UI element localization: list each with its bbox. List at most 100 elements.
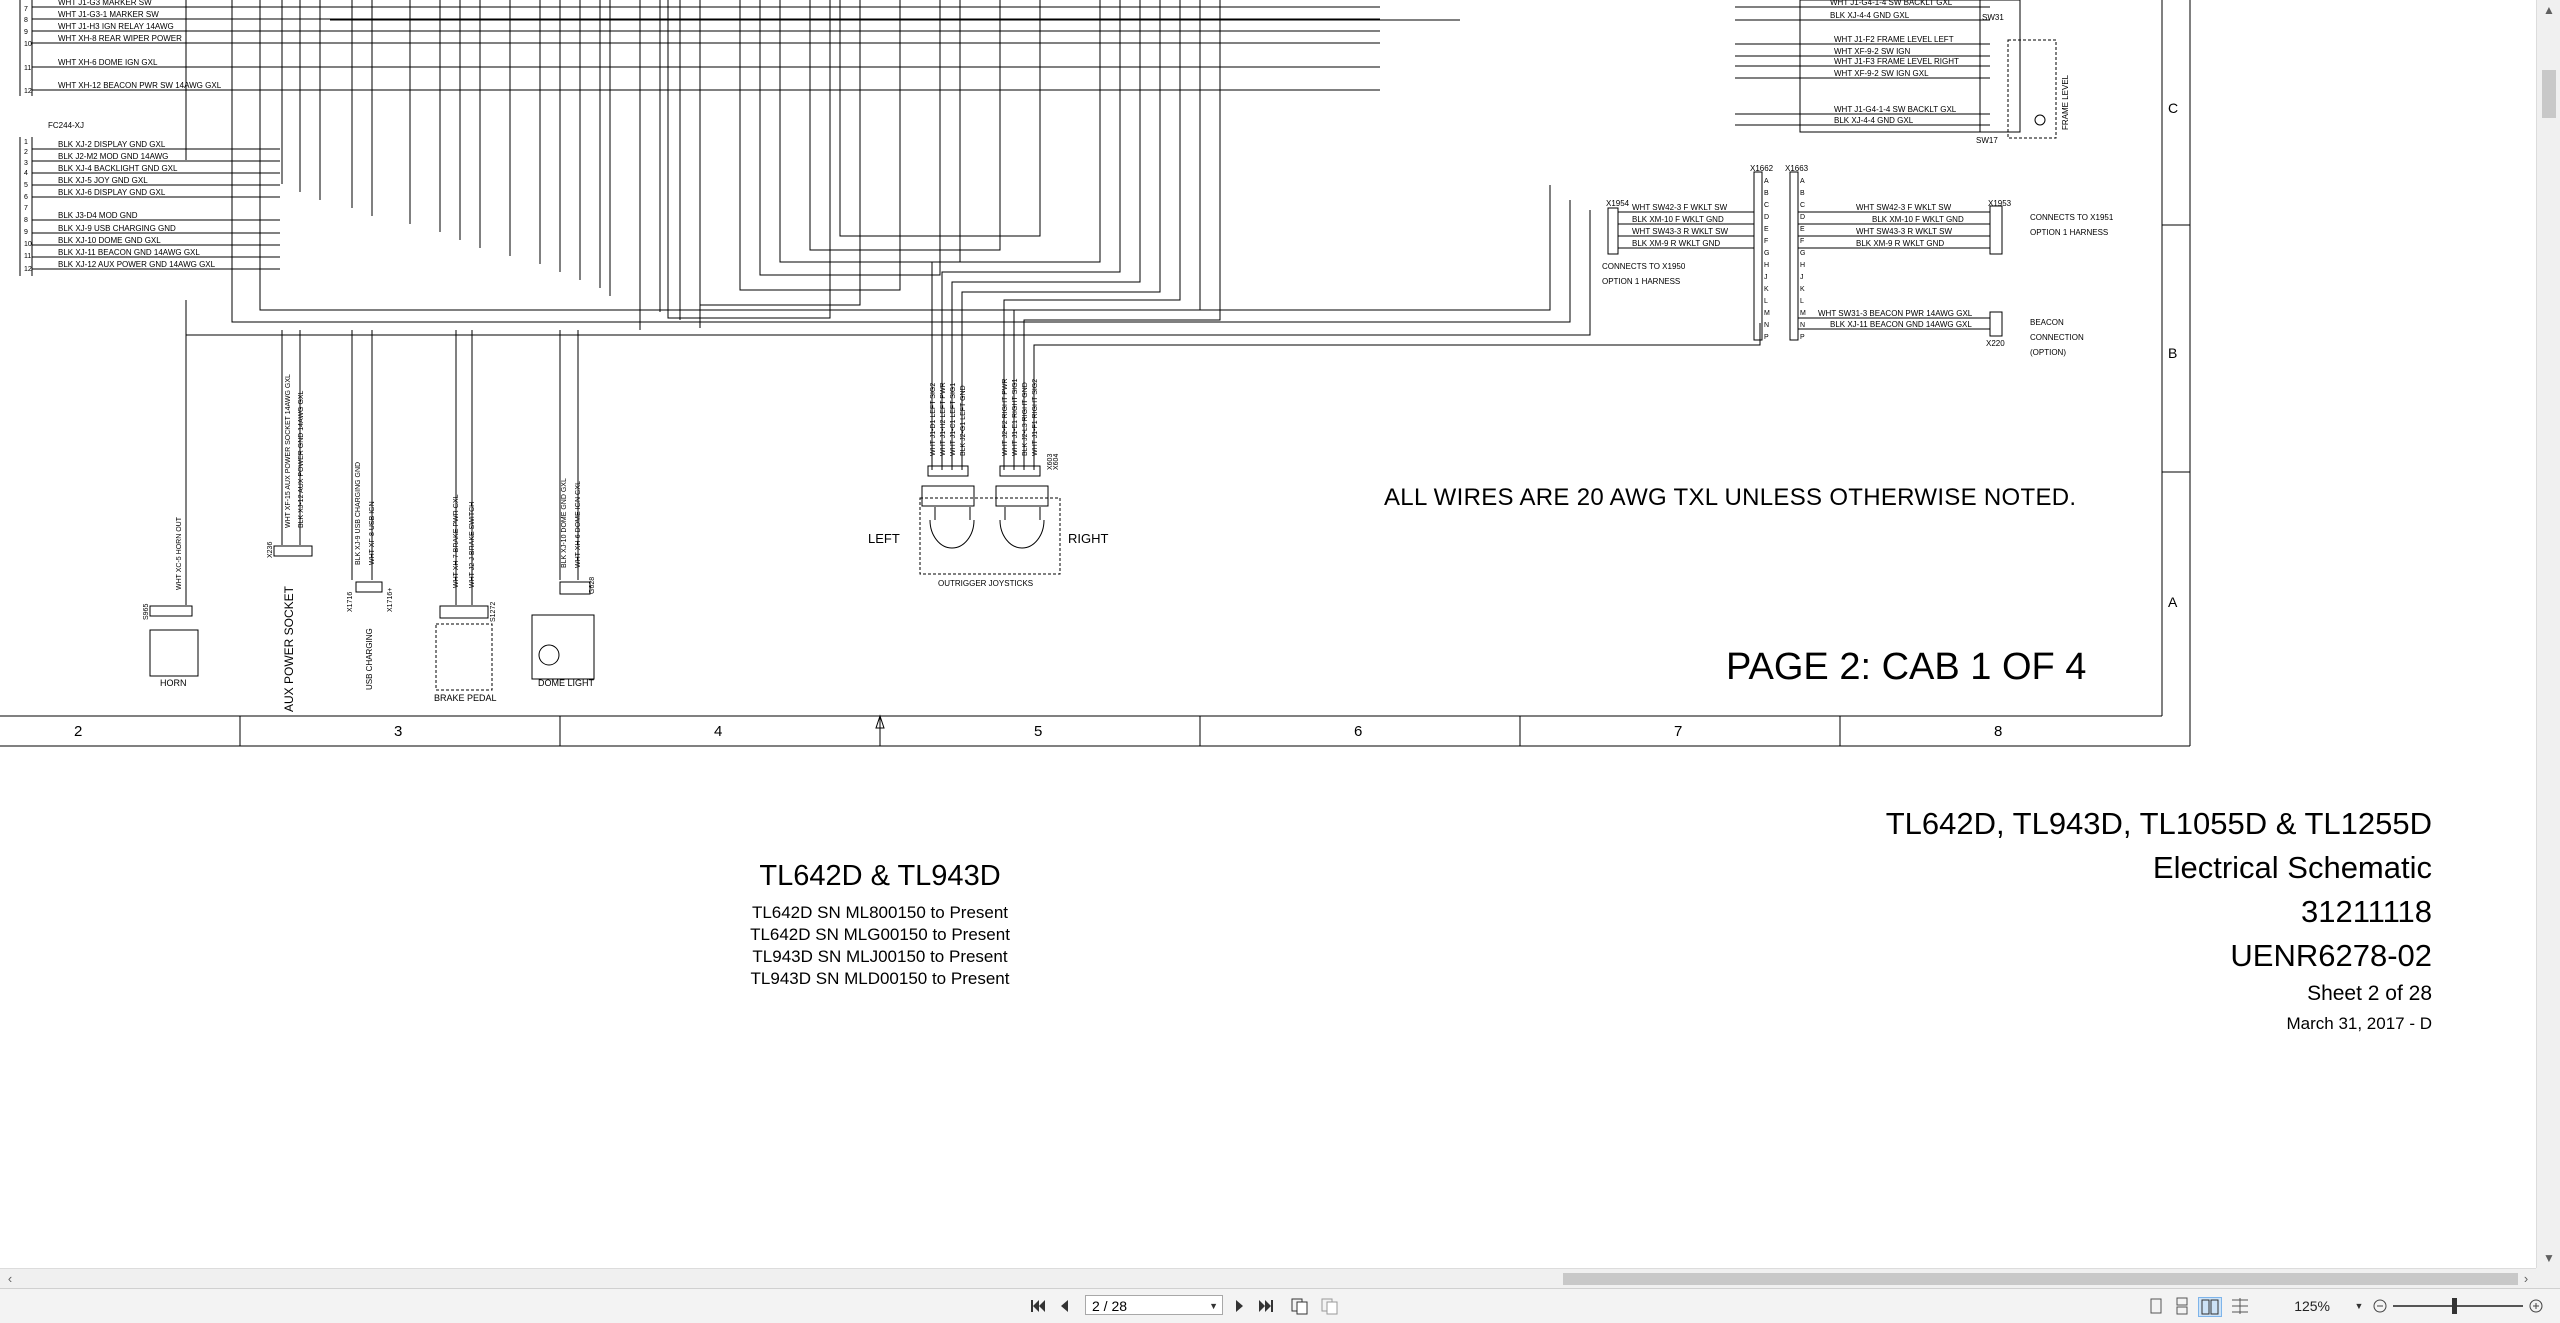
zoom-slider-track[interactable] xyxy=(2393,1305,2523,1307)
pin-letter: M xyxy=(1800,310,1806,317)
frame-level-label: FRAME LEVEL xyxy=(2061,74,2070,130)
pin-letter: N xyxy=(1800,322,1805,329)
wire-label: BLK XJ-11 BEACON GND 14AWG GXL xyxy=(58,248,200,257)
scroll-left-icon[interactable]: ‹ xyxy=(0,1269,20,1289)
wire-label: WHT XF-15 AUX POWER SOCKET 14AWG GXL xyxy=(285,374,292,528)
wire-label: BLK XJ-12 AUX POWER GND 14AWG GXL xyxy=(298,390,305,528)
connector-body xyxy=(149,605,193,617)
frame-level-switch xyxy=(2007,39,2057,139)
wire-label: BLK XJ-9 USB CHARGING GND xyxy=(58,224,176,233)
connects-to-label: OPTION 1 HARNESS xyxy=(2030,228,2108,237)
wire-label: WHT XC-5 HORN OUT xyxy=(176,516,183,590)
next-page-icon[interactable] xyxy=(1234,1297,1246,1315)
component-label: HORN xyxy=(160,678,187,688)
pin-letter: J xyxy=(1800,274,1804,281)
single-page-view-icon[interactable] xyxy=(2148,1297,2164,1315)
wire-label: BLK XM-10 F WKLT GND xyxy=(1872,215,1964,224)
pin-letter: D xyxy=(1800,214,1805,221)
serial-line: TL642D SN ML800150 to Present xyxy=(751,903,1009,922)
horizontal-scrollbar[interactable]: ‹ › xyxy=(0,1268,2536,1289)
pin-letter: N xyxy=(1764,322,1769,329)
continuous-view-icon[interactable] xyxy=(2174,1297,2190,1315)
connects-to-label: CONNECTS TO X1950 xyxy=(1602,262,1686,271)
wire-label: BLK J2-M2 MOD GND 14AWG xyxy=(58,152,168,161)
pin-number: 10 xyxy=(24,241,32,248)
wire-label: BLK XM-9 R WKLT GND xyxy=(1856,239,1944,248)
connector-body xyxy=(273,545,313,557)
component-label: DOME LIGHT xyxy=(538,678,595,688)
scroll-mode-icon[interactable] xyxy=(2230,1297,2250,1315)
wire-label: WHT J1-F1 RIGHT SIG2 xyxy=(1032,379,1039,456)
pin-number: 4 xyxy=(24,170,28,177)
two-up-view-icon[interactable] xyxy=(2198,1297,2222,1317)
wire-label: WHT J1-F3 FRAME LEVEL RIGHT xyxy=(1834,57,1959,66)
chevron-down-icon[interactable]: ▼ xyxy=(1209,1296,1218,1316)
pin-letter: B xyxy=(1800,190,1805,197)
wire-label: WHT SW43-3 R WKLT SW xyxy=(1632,227,1728,236)
vertical-scroll-thumb[interactable] xyxy=(2542,70,2556,118)
pin-letter: E xyxy=(1800,226,1805,233)
last-page-icon[interactable] xyxy=(1258,1297,1274,1315)
connector-body xyxy=(1989,205,2003,255)
scroll-right-icon[interactable]: › xyxy=(2516,1269,2536,1289)
wire-label: BLK XJ-11 BEACON GND 14AWG GXL xyxy=(1830,320,1972,329)
part-number: 31211118 xyxy=(2300,894,2432,929)
wire-label: WHT XF-8 USB IGN xyxy=(369,501,376,565)
two-page-icon[interactable] xyxy=(1290,1297,1310,1315)
scroll-up-icon[interactable]: ▲ xyxy=(2537,0,2560,20)
wire-label: WHT J1-F2 FRAME LEVEL LEFT xyxy=(1834,35,1954,44)
wire-label: BLK XJ-4-4 GND GXL xyxy=(1830,11,1910,20)
pin-number: 7 xyxy=(24,6,28,13)
pin-letter: C xyxy=(1764,202,1769,209)
wire-label: BLK XM-10 F WKLT GND xyxy=(1632,215,1724,224)
joystick-left-icon xyxy=(929,507,975,549)
doc-type: Electrical Schematic xyxy=(2152,850,2432,885)
wire-label: WHT J1-G4-1-4 SW BACKLT GXL xyxy=(1830,0,1953,7)
page-number-field[interactable]: 2 / 28 ▼ xyxy=(1085,1295,1223,1315)
document-viewport[interactable]: 7 8 9 10 11 12 WHT J1-G3 MARKER SW WHT J1-G3-1 … xyxy=(0,0,2536,1268)
doc-number: UENR6278-02 xyxy=(2230,938,2432,973)
component-id: S1272 xyxy=(490,602,497,622)
wire-label: WHT J1-G3 MARKER SW xyxy=(58,0,152,7)
zoom-in-icon[interactable] xyxy=(2528,1297,2544,1315)
joystick-left-label: LEFT xyxy=(868,531,900,546)
frame-level-switch-icon xyxy=(2034,114,2046,126)
rotate-icon[interactable] xyxy=(1320,1297,1340,1315)
connector-body xyxy=(995,485,1049,507)
schematic-drawing: 789101112WHT J1-G3 MARKER SWWHT J1-G3-1 … xyxy=(0,0,2191,747)
wire-label: BLK J2-G1 LEFT GND xyxy=(960,385,967,456)
pin-number: 11 xyxy=(24,253,31,260)
connector-label: FC244-XJ xyxy=(48,121,84,130)
horizontal-scroll-thumb[interactable] xyxy=(1563,1273,2518,1285)
pin-number: 11 xyxy=(24,65,31,72)
wire-label: WHT XF-9-2 SW IGN GXL xyxy=(1834,69,1929,78)
wire xyxy=(231,0,1571,323)
pin-letter: L xyxy=(1764,298,1768,305)
scroll-down-icon[interactable]: ▼ xyxy=(2537,1248,2560,1268)
pin-letter: A xyxy=(1764,178,1769,185)
component-id: X1716+ xyxy=(387,588,394,612)
vertical-scrollbar[interactable]: ▲ ▼ xyxy=(2536,0,2560,1268)
pin-number: 12 xyxy=(24,266,32,273)
wire-label: WHT XH-6 DOME IGN GXL xyxy=(58,58,158,67)
wire-label: BLK XJ-10 DOME GND GXL xyxy=(561,478,568,568)
connector-body xyxy=(439,605,489,619)
zoom-level[interactable]: 125% xyxy=(2270,1297,2330,1315)
pin-letter: E xyxy=(1764,226,1769,233)
wire xyxy=(961,0,1161,470)
wire-label: BLK XM-9 R WKLT GND xyxy=(1632,239,1720,248)
wire-bus xyxy=(809,0,1001,251)
zoom-slider-thumb[interactable] xyxy=(2452,1298,2457,1314)
connector-body xyxy=(355,581,383,593)
zoom-out-icon[interactable] xyxy=(2372,1297,2388,1315)
first-page-icon[interactable] xyxy=(1030,1297,1046,1315)
zoom-dropdown-icon[interactable]: ▼ xyxy=(2354,1297,2364,1315)
connector-id: X1954 xyxy=(1606,199,1630,208)
pin-letter: H xyxy=(1764,262,1769,269)
connects-to-label: OPTION 1 HARNESS xyxy=(1602,277,1680,286)
prev-page-icon[interactable] xyxy=(1058,1297,1070,1315)
pin-number: 7 xyxy=(24,205,28,212)
wire-label: WHT J1-D1 LEFT SIG2 xyxy=(930,383,937,456)
wire xyxy=(1033,323,1761,470)
wire-label: WHT J1-H3 IGN RELAY 14AWG xyxy=(58,22,174,31)
